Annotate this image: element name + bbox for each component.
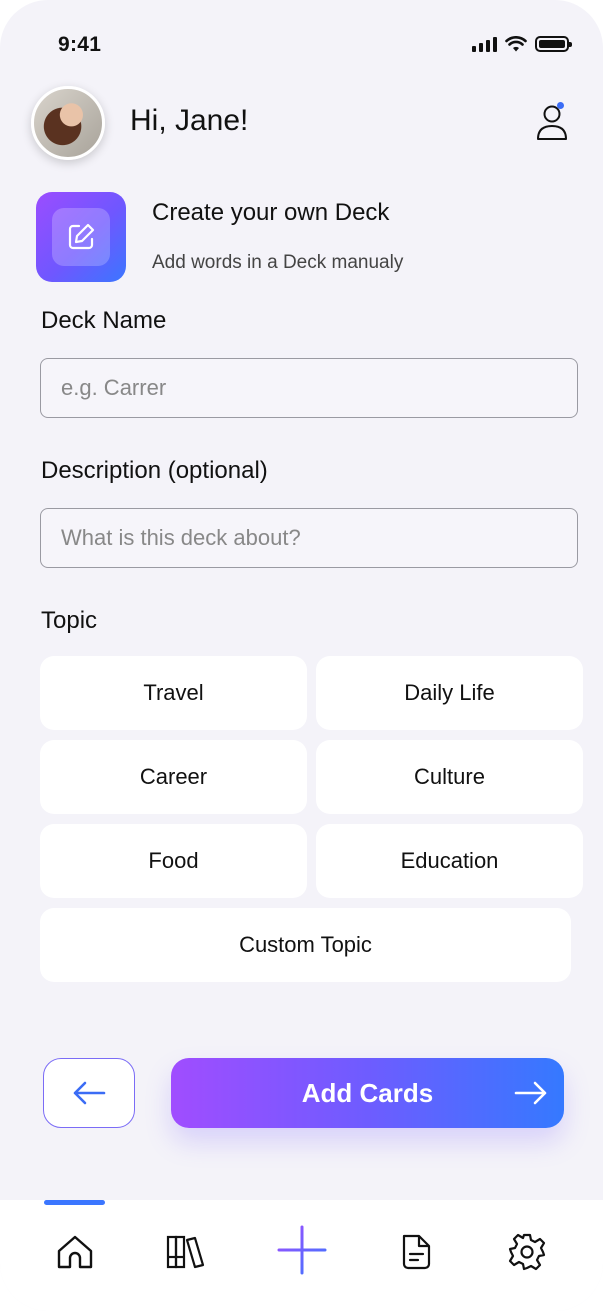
plus-icon [277,1225,327,1275]
notification-dot [557,102,564,109]
arrow-right-icon [514,1081,547,1105]
tab-settings[interactable] [505,1230,549,1274]
library-icon [166,1235,205,1269]
tab-home[interactable] [53,1230,97,1274]
home-icon [57,1235,93,1269]
active-tab-indicator [44,1200,105,1205]
arrow-left-icon [73,1081,106,1105]
edit-icon [68,223,95,250]
status-time: 9:41 [58,33,102,56]
topic-daily-life[interactable]: Daily Life [316,656,583,730]
status-icons [472,36,572,52]
avatar[interactable] [31,86,105,160]
intro-subtitle: Add words in a Deck manualy [152,252,404,273]
topic-label: Topic [41,607,98,634]
create-deck-badge [36,192,126,282]
wifi-icon [505,36,527,52]
intro-title: Create your own Deck [152,199,390,226]
topic-culture[interactable]: Culture [316,740,583,814]
profile-button[interactable] [530,100,574,144]
user-icon [537,105,567,140]
signal-icon [472,36,497,52]
add-cards-label: Add Cards [301,1077,434,1108]
tab-library[interactable] [164,1230,208,1274]
add-cards-button[interactable]: Add Cards [171,1058,564,1128]
topic-food[interactable]: Food [40,824,307,898]
deck-name-label: Deck Name [41,307,167,334]
gear-icon [508,1233,546,1271]
topic-custom[interactable]: Custom Topic [40,908,571,982]
app-screen: 9:41 Hi, Jane! Create your own Deck Add … [0,0,603,1311]
topic-travel[interactable]: Travel [40,656,307,730]
tab-documents[interactable] [394,1230,438,1274]
battery-icon [535,36,572,52]
back-button[interactable] [43,1058,135,1128]
description-label: Description (optional) [41,457,268,484]
topic-education[interactable]: Education [316,824,583,898]
description-input[interactable] [40,508,578,568]
tab-add[interactable] [276,1224,328,1276]
topic-career[interactable]: Career [40,740,307,814]
deck-name-input[interactable] [40,358,578,418]
greeting-text: Hi, Jane! [130,104,249,137]
document-icon [402,1234,431,1270]
